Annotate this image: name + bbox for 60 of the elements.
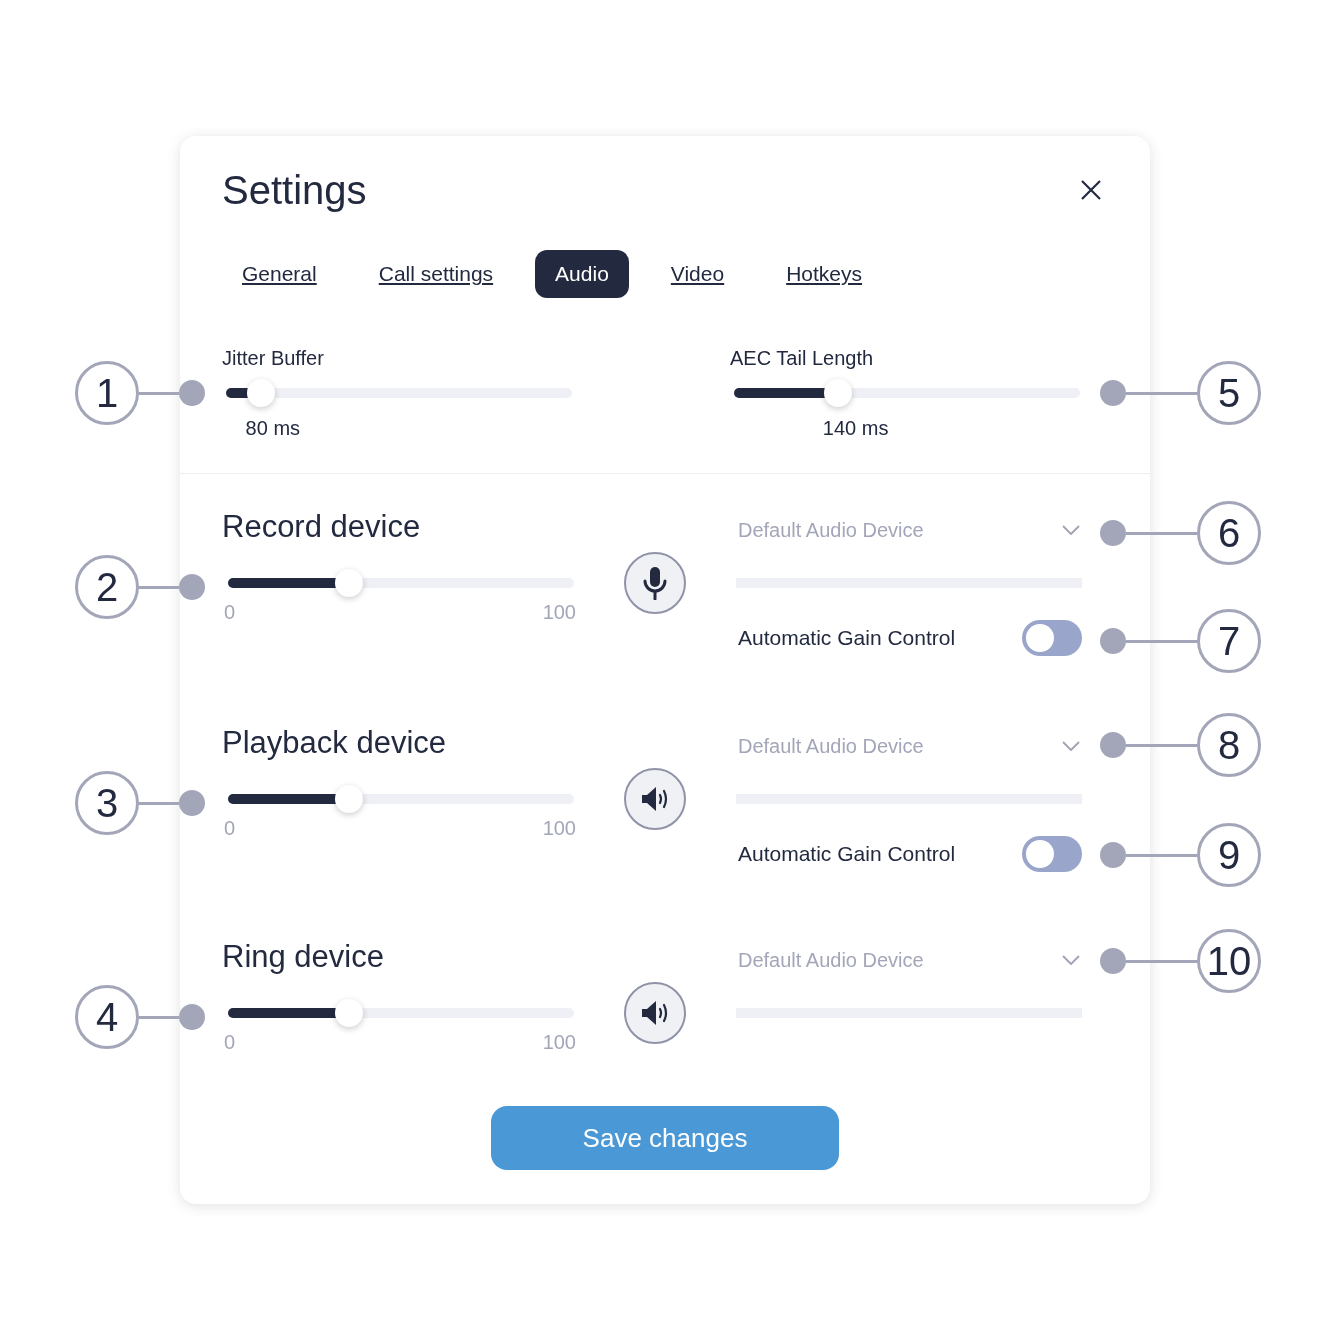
slider[interactable] bbox=[228, 569, 574, 597]
leader-line bbox=[1126, 853, 1197, 857]
leader-line bbox=[1126, 743, 1197, 747]
device-title: Ring device bbox=[222, 938, 385, 976]
leader-line bbox=[1126, 639, 1197, 643]
callout-number: 4 bbox=[75, 985, 139, 1049]
callout-number: 6 bbox=[1197, 501, 1261, 565]
leader-line bbox=[139, 801, 179, 805]
callout-number: 2 bbox=[75, 555, 139, 619]
slider-thumb[interactable] bbox=[246, 379, 275, 407]
tab[interactable]: General bbox=[222, 250, 337, 298]
slider-min-label: 0 bbox=[224, 1030, 236, 1054]
leader-line bbox=[139, 585, 179, 589]
slider[interactable] bbox=[226, 379, 572, 407]
toggle-label: Automatic Gain Control bbox=[738, 625, 956, 652]
slider-label: Jitter Buffer bbox=[222, 346, 325, 370]
slider[interactable] bbox=[228, 999, 574, 1027]
slider-thumb[interactable] bbox=[335, 569, 364, 597]
callout-number: 10 bbox=[1197, 929, 1261, 993]
toggle-switch[interactable] bbox=[1022, 836, 1082, 872]
tab[interactable]: Video bbox=[650, 250, 745, 298]
slider-thumb[interactable] bbox=[335, 785, 364, 813]
chevron-down-icon bbox=[1062, 741, 1080, 751]
microphone-icon bbox=[643, 566, 667, 600]
leader-line bbox=[139, 391, 179, 395]
slider-max-label: 100 bbox=[542, 1030, 576, 1054]
slider-max-label: 100 bbox=[542, 816, 576, 840]
slider-label: AEC Tail Length bbox=[730, 346, 875, 370]
leader-line bbox=[1126, 391, 1197, 395]
callout-number: 1 bbox=[75, 361, 139, 425]
callout-number: 9 bbox=[1197, 823, 1261, 887]
callout-number: 8 bbox=[1197, 713, 1261, 777]
slider-thumb[interactable] bbox=[823, 379, 852, 407]
callout-number: 7 bbox=[1197, 609, 1261, 673]
toggle-label: Automatic Gain Control bbox=[738, 841, 956, 868]
callout-number: 5 bbox=[1197, 361, 1261, 425]
speaker-icon bbox=[640, 999, 670, 1027]
slider-min-label: 0 bbox=[224, 600, 236, 624]
slider-min-label: 0 bbox=[224, 816, 236, 840]
toggle-switch[interactable] bbox=[1022, 620, 1082, 656]
slider-max-label: 100 bbox=[542, 600, 576, 624]
slider-value: 80 ms bbox=[245, 416, 301, 440]
chevron-down-icon bbox=[1062, 955, 1080, 965]
speaker-icon bbox=[640, 785, 670, 813]
device-title: Record device bbox=[222, 508, 422, 546]
slider-value: 140 ms bbox=[822, 416, 889, 440]
chevron-down-icon bbox=[1062, 525, 1080, 535]
leader-line bbox=[1126, 959, 1197, 963]
tab[interactable]: Audio bbox=[535, 250, 629, 298]
slider[interactable] bbox=[228, 785, 574, 813]
tab[interactable]: Hotkeys bbox=[766, 250, 883, 298]
device-title: Playback device bbox=[222, 724, 447, 762]
leader-line bbox=[139, 1015, 179, 1019]
tab[interactable]: Call settings bbox=[358, 250, 514, 298]
leader-line bbox=[1126, 531, 1197, 535]
close-icon[interactable] bbox=[1080, 179, 1102, 201]
dialog-title: Settings bbox=[222, 167, 367, 214]
slider-thumb[interactable] bbox=[335, 999, 364, 1027]
slider[interactable] bbox=[734, 379, 1080, 407]
callout-number: 3 bbox=[75, 771, 139, 835]
